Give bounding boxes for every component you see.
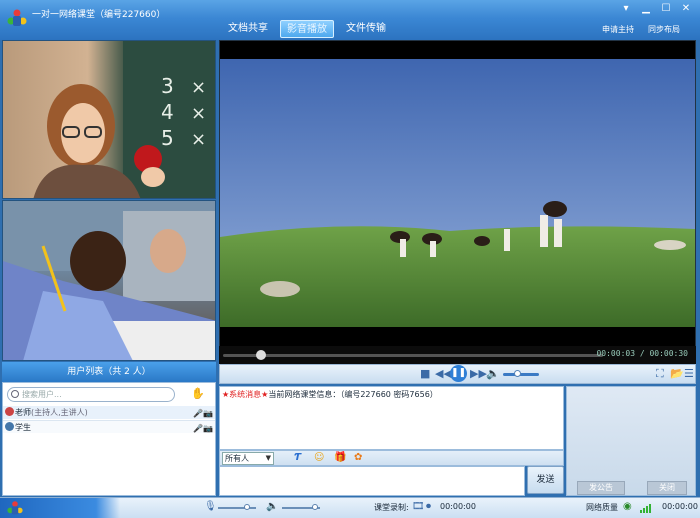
sync-layout-link[interactable]: 同步布局 <box>648 24 680 35</box>
student-video[interactable] <box>2 200 216 361</box>
notice-panel[interactable]: 发公告 关闭 <box>566 386 696 496</box>
user-row-teacher[interactable]: 老师(主持人,主讲人) 🎤📷 <box>3 406 215 419</box>
chat-log: ★系统消息★当前网络课堂信息：（编号227660 密码7656） <box>219 386 564 450</box>
user-list-title: 用户列表（共 2 人） <box>2 362 216 382</box>
svg-text:4: 4 <box>161 100 174 124</box>
apply-host-link[interactable]: 申请主持 <box>602 24 634 35</box>
microphone-icon[interactable]: 🎙 <box>204 501 217 512</box>
maximize-icon[interactable]: ☐ <box>660 3 672 14</box>
skin-icon[interactable]: ▾ <box>620 3 632 14</box>
volume-icon[interactable]: 🔈 <box>486 367 500 380</box>
user-name: 老师 <box>15 408 31 417</box>
status-bar: 🎙 🔈 课堂录制: 🎞 ⏺ 00:00:00 网络质量 ◉ 00:00:00 <box>0 497 700 518</box>
publish-notice-button[interactable]: 发公告 <box>577 481 625 495</box>
recipient-select[interactable]: 所有人 ▼ <box>222 452 274 465</box>
start-menu-button[interactable] <box>0 498 120 518</box>
network-quality-label: 网络质量 <box>586 503 618 512</box>
mic-volume-thumb[interactable] <box>244 504 250 510</box>
user-tools-icons[interactable]: 🎤📷 <box>193 407 213 420</box>
main-video-frame <box>220 59 695 347</box>
player-controls: ■ ◀◀ ❚❚ ▶▶ 🔈 ⛶ 📂 ☰ <box>219 364 696 384</box>
close-icon[interactable]: ✕ <box>680 3 692 14</box>
svg-text:×: × <box>191 129 206 150</box>
speaker-volume-thumb[interactable] <box>312 504 318 510</box>
user-name: 学生 <box>15 423 31 432</box>
fullscreen-icon[interactable]: ⛶ <box>656 367 664 381</box>
title-bar: 一对一网络课堂（编号227660） 文档共享 影音播放 文件传输 ▾ ▁ ☐ ✕… <box>0 0 700 40</box>
record-stop-icon[interactable]: ⏺ <box>426 501 431 512</box>
globe-icon: ◉ <box>623 501 632 512</box>
main-nav: 文档共享 影音播放 文件传输 <box>222 20 392 38</box>
progress-track[interactable] <box>223 354 603 357</box>
volume-slider[interactable] <box>503 373 539 376</box>
signal-strength-icon <box>640 503 651 513</box>
tab-file-transfer[interactable]: 文件传输 <box>340 20 392 38</box>
student-avatar-icon <box>5 422 14 431</box>
svg-text:×: × <box>191 103 206 124</box>
record-label: 课堂录制: <box>374 503 409 512</box>
network-time: 00:00:00 <box>662 502 698 511</box>
font-style-icon[interactable]: Ƭ <box>294 452 301 463</box>
chevron-down-icon: ▼ <box>265 454 271 462</box>
speaker-icon[interactable]: 🔈 <box>266 501 278 512</box>
tab-document-share[interactable]: 文档共享 <box>222 20 274 38</box>
user-list-panel: 搜索用户... ✋ 老师(主持人,主讲人) 🎤📷 学生 🎤📷 <box>2 382 216 496</box>
send-button[interactable]: 发送 <box>527 466 564 494</box>
app-logo-icon <box>7 501 23 515</box>
app-title: 一对一网络课堂（编号227660） <box>32 10 166 20</box>
progress-thumb[interactable] <box>256 350 266 360</box>
video-progress-bar[interactable]: 00:00:03 / 00:00:30 <box>219 346 696 364</box>
system-message-text: 当前网络课堂信息：（编号227660 密码7656） <box>268 390 438 399</box>
top-links: 申请主持 同步布局 <box>602 24 680 35</box>
flower-icon[interactable]: ✿ <box>354 452 362 463</box>
teacher-video[interactable]: 3 4 5 × × × <box>2 40 216 199</box>
pause-button[interactable]: ❚❚ <box>450 365 467 382</box>
record-time: 00:00:00 <box>440 502 476 511</box>
search-icon <box>11 390 19 398</box>
system-message-label: ★系统消息★ <box>222 390 269 399</box>
user-tools-icons[interactable]: 🎤📷 <box>193 422 213 435</box>
time-display: 00:00:03 / 00:00:30 <box>596 349 688 358</box>
playlist-icon[interactable]: ☰ <box>684 367 694 380</box>
chat-toolbar: 所有人 ▼ Ƭ ☺ 🎁 ✿ <box>219 450 564 466</box>
recipient-value: 所有人 <box>225 454 249 463</box>
user-search-input[interactable]: 搜索用户... <box>7 387 175 402</box>
tab-media-play[interactable]: 影音播放 <box>280 20 334 38</box>
user-row-student[interactable]: 学生 🎤📷 <box>3 420 215 433</box>
chat-input[interactable] <box>219 466 525 496</box>
raise-hand-icon[interactable]: ✋ <box>191 387 205 400</box>
open-file-icon[interactable]: 📂 <box>670 367 684 380</box>
main-video-player[interactable] <box>219 40 696 364</box>
minimize-icon[interactable]: ▁ <box>640 3 652 14</box>
record-film-icon[interactable]: 🎞 <box>412 501 425 512</box>
stop-icon[interactable]: ■ <box>420 367 430 380</box>
volume-thumb[interactable] <box>514 370 521 377</box>
forward-icon[interactable]: ▶▶ <box>470 367 487 380</box>
teacher-avatar-icon <box>5 407 14 416</box>
app-logo-icon <box>7 9 27 26</box>
svg-text:5: 5 <box>161 126 174 150</box>
student-video-image <box>3 201 215 360</box>
close-notice-button[interactable]: 关闭 <box>647 481 687 495</box>
emoji-icon[interactable]: ☺ <box>314 452 324 463</box>
svg-text:×: × <box>191 77 206 98</box>
gift-icon[interactable]: 🎁 <box>334 452 346 463</box>
user-role: (主持人,主讲人) <box>31 408 88 417</box>
window-controls: ▾ ▁ ☐ ✕ <box>620 3 692 14</box>
mic-volume-slider[interactable] <box>218 507 256 509</box>
svg-text:3: 3 <box>161 74 174 98</box>
teacher-video-image: 3 4 5 × × × <box>33 41 215 198</box>
